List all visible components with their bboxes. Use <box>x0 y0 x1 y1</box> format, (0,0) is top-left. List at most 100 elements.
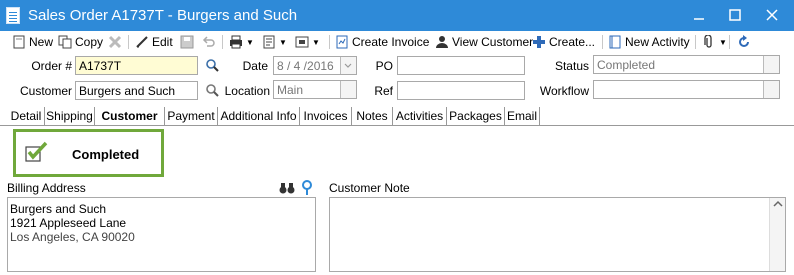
undo-button[interactable] <box>202 33 219 51</box>
export-icon <box>295 35 309 49</box>
tab-additional-info[interactable]: Additional Info <box>218 107 300 126</box>
toolbar-separator <box>602 35 603 49</box>
print-button[interactable]: ▼ <box>229 33 254 51</box>
status-card-text: Completed <box>72 147 140 162</box>
status-card: Completed <box>13 129 164 177</box>
tab-shipping[interactable]: Shipping <box>45 107 95 126</box>
view-customer-label: View Customer <box>452 35 534 49</box>
new-document-icon <box>12 35 26 49</box>
billing-address-line: Burgers and Such <box>10 202 107 216</box>
billing-address-box[interactable]: Burgers and Such 1921 Appleseed Lane Los… <box>7 197 316 272</box>
ref-field[interactable] <box>397 81 525 100</box>
toolbar-separator <box>128 35 129 49</box>
edit-label: Edit <box>152 35 173 49</box>
report-button[interactable]: ▼ <box>262 33 287 51</box>
minimize-icon[interactable] <box>691 7 707 23</box>
view-customer-button[interactable]: View Customer <box>435 33 533 51</box>
report-icon <box>262 35 276 49</box>
refresh-icon <box>737 35 751 49</box>
title-bar: Sales Order A1737T - Burgers and Such <box>0 0 794 31</box>
copy-button[interactable]: Copy <box>58 33 103 51</box>
order-number-field[interactable]: A1737T <box>75 56 198 75</box>
document-icon <box>6 7 20 24</box>
binoculars-icon[interactable] <box>279 181 295 194</box>
refresh-button[interactable] <box>737 33 754 51</box>
chevron-down-icon: ▼ <box>246 37 254 47</box>
po-field[interactable] <box>397 56 525 75</box>
tab-packages[interactable]: Packages <box>447 107 505 126</box>
customer-field[interactable]: Burgers and Such <box>75 81 198 100</box>
checkmark-icon <box>25 141 49 163</box>
billing-address-line: Los Angeles, CA 90020 <box>10 230 135 244</box>
location-value: Main <box>277 83 304 97</box>
activity-icon <box>608 35 622 49</box>
chevron-down-icon: ▼ <box>719 37 727 47</box>
new-label: New <box>29 35 54 49</box>
tab-notes[interactable]: Notes <box>352 107 393 126</box>
po-label: PO <box>375 59 393 73</box>
workflow-field[interactable] <box>593 80 780 99</box>
tab-activities[interactable]: Activities <box>393 107 447 126</box>
tab-customer[interactable]: Customer <box>95 107 165 126</box>
window-title: Sales Order A1737T - Burgers and Such <box>28 7 298 24</box>
search-icon[interactable] <box>205 83 219 97</box>
order-label: Order # <box>31 59 72 73</box>
toolbar-separator <box>695 35 696 49</box>
toolbar: New Copy Edit ▼ ▼ ▼ Create Invoice View … <box>0 31 794 53</box>
new-button[interactable]: New <box>12 33 53 51</box>
create-label: Create... <box>549 35 596 49</box>
pencil-icon <box>135 35 149 49</box>
save-button[interactable] <box>180 33 197 51</box>
tab-email[interactable]: Email <box>505 107 540 126</box>
close-icon[interactable] <box>764 7 780 23</box>
tab-payment[interactable]: Payment <box>165 107 218 126</box>
delete-icon <box>108 35 122 49</box>
location-field[interactable]: Main <box>273 80 357 99</box>
map-pin-icon[interactable] <box>301 180 313 195</box>
invoice-icon <box>335 35 349 49</box>
create-invoice-button[interactable]: Create Invoice <box>335 33 429 51</box>
tab-invoices[interactable]: Invoices <box>300 107 352 126</box>
billing-address-line: 1921 Appleseed Lane <box>10 216 127 230</box>
customer-note-box[interactable] <box>329 197 786 272</box>
delete-button[interactable] <box>108 33 125 51</box>
copy-icon <box>58 35 72 49</box>
edit-button[interactable]: Edit <box>135 33 173 51</box>
toolbar-separator <box>222 35 223 49</box>
chevron-down-icon: ▼ <box>279 37 287 47</box>
tab-strip: Detail Shipping Customer Payment Additio… <box>0 106 794 126</box>
export-button[interactable]: ▼ <box>295 33 320 51</box>
printer-icon <box>229 35 243 49</box>
copy-label: Copy <box>75 35 104 49</box>
scroll-up-icon[interactable] <box>770 198 786 210</box>
status-field[interactable]: Completed <box>593 55 780 74</box>
customer-label: Customer <box>19 84 72 98</box>
status-label: Status <box>554 59 589 73</box>
date-value: 8 / 4 /2016 <box>277 59 334 73</box>
attachment-button[interactable]: ▼ <box>702 33 727 51</box>
location-label: Location <box>224 84 270 98</box>
billing-address-label: Billing Address <box>7 181 86 195</box>
paperclip-icon <box>702 34 716 49</box>
toolbar-separator <box>329 35 330 49</box>
save-icon <box>180 35 194 49</box>
customer-note-label: Customer Note <box>329 181 410 195</box>
ref-label: Ref <box>374 84 393 98</box>
workflow-label: Workflow <box>539 84 589 98</box>
tab-detail[interactable]: Detail <box>8 107 45 126</box>
maximize-icon[interactable] <box>727 7 743 23</box>
workflow-dropdown-icon[interactable] <box>763 81 779 98</box>
chevron-down-icon: ▼ <box>312 37 320 47</box>
user-icon <box>435 35 449 49</box>
search-icon[interactable] <box>205 58 219 72</box>
new-activity-button[interactable]: New Activity <box>608 33 690 51</box>
date-field[interactable]: 8 / 4 /2016 <box>273 56 357 75</box>
create-button[interactable]: Create... <box>532 33 595 51</box>
create-invoice-label: Create Invoice <box>352 35 430 49</box>
scrollbar[interactable] <box>769 198 785 271</box>
status-dropdown-icon[interactable] <box>763 56 779 73</box>
toolbar-separator <box>729 35 730 49</box>
undo-icon <box>202 35 216 49</box>
new-activity-label: New Activity <box>625 35 690 49</box>
status-value: Completed <box>597 58 656 72</box>
